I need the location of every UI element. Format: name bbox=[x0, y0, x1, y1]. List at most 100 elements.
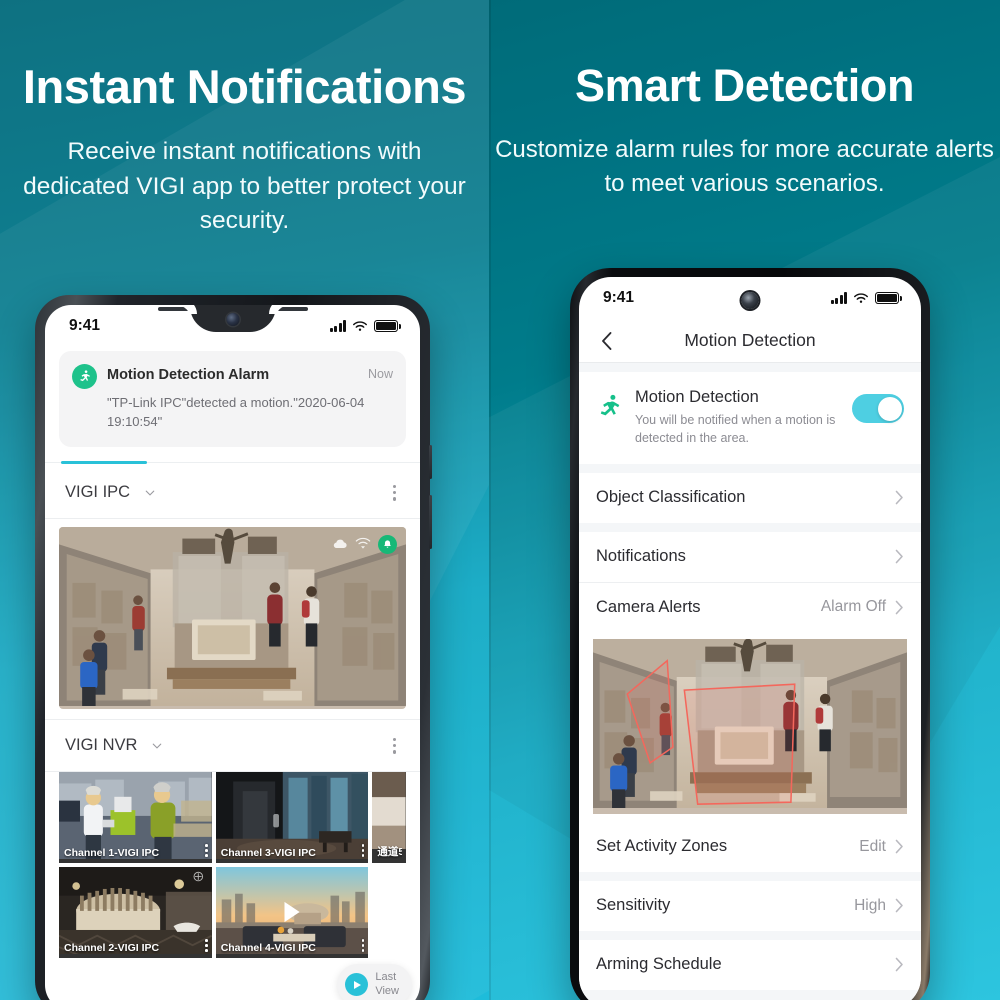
channel-tile[interactable]: Channel 3-VIGI IPC bbox=[215, 771, 369, 863]
section-separator bbox=[579, 871, 921, 881]
row-value: Alarm Off bbox=[820, 598, 886, 616]
list-row-set-activity-zones[interactable]: Set Activity Zones Edit bbox=[579, 821, 921, 872]
chevron-right-icon bbox=[895, 898, 903, 913]
chevron-right-icon bbox=[895, 957, 903, 972]
volume-button bbox=[429, 445, 432, 479]
chevron-left-icon bbox=[602, 331, 612, 350]
row-label: Set Activity Zones bbox=[596, 837, 728, 856]
row-label: Notifications bbox=[596, 547, 686, 566]
back-button[interactable] bbox=[595, 327, 619, 355]
notification-title: Motion Detection Alarm bbox=[107, 367, 270, 383]
signal-bars-icon bbox=[831, 292, 847, 304]
activity-zone-preview[interactable] bbox=[579, 631, 921, 822]
marketing-banner: Instant Notifications Receive instant no… bbox=[0, 0, 1000, 1000]
camera-feed-image[interactable] bbox=[59, 526, 406, 709]
notification-card[interactable]: Motion Detection Alarm Now "TP-Link IPC"… bbox=[59, 351, 406, 447]
row-value: High bbox=[854, 896, 886, 914]
kebab-menu-icon[interactable] bbox=[205, 844, 208, 857]
channel-tile[interactable]: Channel 2-VIGI IPC bbox=[59, 866, 212, 958]
bottom-filler bbox=[579, 989, 921, 1000]
left-heading-block: Instant Notifications Receive instant no… bbox=[0, 60, 489, 239]
channel-label: Channel 3-VIGI IPC bbox=[220, 846, 316, 859]
right-phone-mockup: 9:41 Motion Detection Motion Detection Y… bbox=[570, 268, 930, 1000]
group-header-ipc[interactable]: VIGI IPC bbox=[45, 467, 420, 519]
channel-5-thumbnail bbox=[372, 771, 406, 849]
channel-tile[interactable]: Channel 1-VIGI IPC bbox=[59, 771, 212, 863]
navigation-bar: Motion Detection bbox=[579, 319, 921, 363]
group-header-nvr[interactable]: VIGI NVR bbox=[45, 718, 420, 772]
active-tab-indicator bbox=[61, 460, 147, 465]
list-row-camera-alerts[interactable]: Camera Alerts Alarm Off bbox=[579, 581, 921, 632]
chevron-right-icon bbox=[895, 600, 903, 615]
last-view-button[interactable]: Last View bbox=[337, 964, 412, 1000]
motion-detection-toggle[interactable] bbox=[852, 394, 904, 423]
section-separator bbox=[579, 363, 921, 372]
kebab-menu-icon[interactable] bbox=[205, 939, 208, 952]
chevron-down-icon[interactable] bbox=[144, 487, 156, 499]
section-separator bbox=[579, 463, 921, 473]
wifi-signal-icon bbox=[355, 537, 371, 549]
kebab-menu-icon[interactable] bbox=[361, 939, 365, 952]
motion-detection-description: You will be notified when a motion is de… bbox=[635, 413, 836, 446]
last-view-line1: Last bbox=[375, 971, 397, 984]
notification-body: "TP-Link IPC"detected a motion."2020-06-… bbox=[107, 395, 365, 429]
running-person-icon bbox=[72, 364, 97, 389]
activity-zone-polygons[interactable] bbox=[593, 639, 907, 814]
right-subline: Customize alarm rules for more accurate … bbox=[495, 135, 994, 197]
running-person-icon bbox=[596, 386, 622, 419]
row-label: Camera Alerts bbox=[596, 597, 701, 616]
cloud-icon bbox=[333, 539, 347, 549]
wifi-icon bbox=[854, 292, 868, 303]
chevron-right-icon bbox=[895, 549, 903, 564]
section-separator bbox=[579, 930, 921, 940]
right-headline: Smart Detection bbox=[574, 60, 915, 111]
list-row-sensitivity[interactable]: Sensitivity High bbox=[579, 880, 921, 931]
zone-camera-image[interactable] bbox=[593, 638, 907, 814]
bell-icon[interactable] bbox=[378, 534, 397, 554]
right-heading-block: Smart Detection Customize alarm rules fo… bbox=[489, 60, 1000, 201]
group-name-ipc: VIGI IPC bbox=[65, 483, 131, 502]
row-label: Object Classification bbox=[596, 488, 746, 507]
section-separator bbox=[579, 522, 921, 532]
ptz-icon bbox=[193, 871, 204, 881]
front-camera-icon bbox=[741, 292, 759, 309]
chevron-right-icon bbox=[895, 839, 903, 854]
status-time: 9:41 bbox=[603, 289, 635, 306]
left-headline: Instant Notifications bbox=[22, 60, 467, 113]
chevron-right-icon bbox=[895, 490, 903, 505]
left-phone-screen: 9:41 Motion Detection Alarm Now "TP-Link… bbox=[45, 305, 420, 1000]
channel-label: Channel 4-VIGI IPC bbox=[220, 941, 316, 954]
page-title: Motion Detection bbox=[684, 330, 816, 350]
list-row-object-classification[interactable]: Object Classification bbox=[579, 472, 921, 523]
channel-label: 通道5 bbox=[377, 845, 402, 858]
status-time: 9:41 bbox=[69, 317, 101, 334]
ipc-feed-container[interactable] bbox=[45, 519, 420, 719]
chevron-down-icon[interactable] bbox=[151, 740, 163, 752]
motion-detection-row[interactable]: Motion Detection You will be notified wh… bbox=[579, 372, 921, 464]
channel-label: Channel 2-VIGI IPC bbox=[64, 941, 160, 954]
nvr-channel-grid: Channel 1-VIGI IPC Channel 3-VIGI IPC 通道… bbox=[45, 771, 420, 964]
battery-icon bbox=[374, 320, 401, 332]
tab-indicator-bar bbox=[45, 460, 420, 467]
channel-label: Channel 1-VIGI IPC bbox=[64, 846, 160, 859]
front-camera-icon bbox=[226, 313, 239, 326]
channel-tile[interactable]: Channel 4-VIGI IPC bbox=[215, 866, 369, 958]
notification-time: Now bbox=[367, 367, 393, 381]
list-row-arming-schedule[interactable]: Arming Schedule bbox=[579, 939, 921, 990]
kebab-menu-icon[interactable] bbox=[361, 844, 365, 857]
row-value: Edit bbox=[859, 837, 886, 855]
wifi-icon bbox=[353, 320, 367, 331]
row-label: Arming Schedule bbox=[596, 955, 722, 974]
play-circle-icon bbox=[345, 973, 369, 997]
row-label: Sensitivity bbox=[596, 896, 671, 915]
motion-detection-title: Motion Detection bbox=[635, 388, 759, 406]
left-phone-mockup: 9:41 Motion Detection Alarm Now "TP-Link… bbox=[35, 295, 432, 1000]
power-button bbox=[429, 495, 432, 549]
waterdrop-notch bbox=[189, 305, 276, 332]
list-row-notifications[interactable]: Notifications bbox=[579, 531, 921, 582]
play-icon[interactable] bbox=[284, 902, 300, 923]
battery-icon bbox=[875, 292, 902, 304]
channel-tile[interactable]: 通道5 bbox=[372, 771, 406, 863]
kebab-menu-icon[interactable] bbox=[389, 481, 400, 505]
kebab-menu-icon[interactable] bbox=[389, 734, 400, 758]
